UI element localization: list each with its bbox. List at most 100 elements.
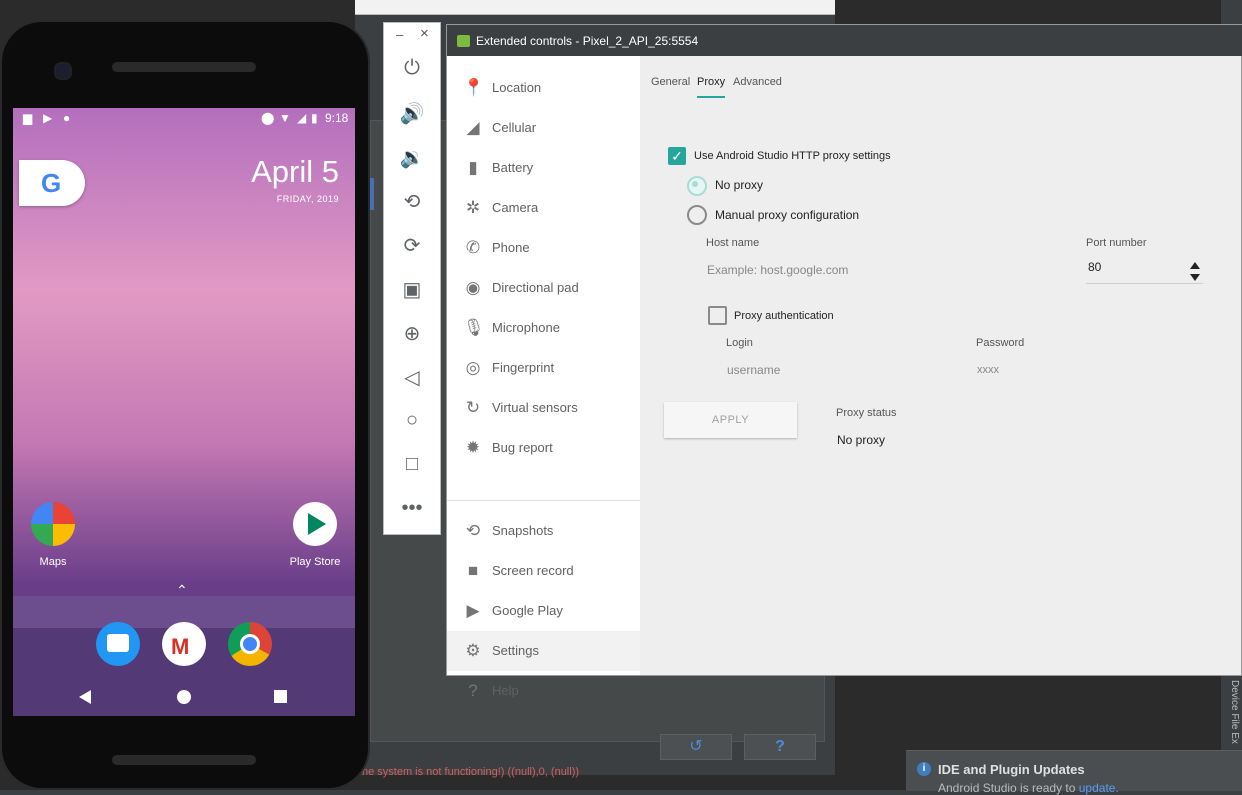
camera-icon[interactable]: ▣ bbox=[384, 277, 440, 302]
sidebar-item-microphone[interactable]: 🎙 Microphone bbox=[447, 308, 640, 348]
notification-body-text: Android Studio is ready to bbox=[938, 781, 1079, 795]
date-widget[interactable]: April 5 bbox=[251, 154, 339, 190]
messages-icon[interactable] bbox=[96, 622, 140, 666]
power-icon[interactable]: ⏻ bbox=[384, 57, 440, 80]
port-underline bbox=[1086, 283, 1203, 284]
proxy-status-label: Proxy status bbox=[836, 407, 897, 419]
maps-label: Maps bbox=[39, 556, 67, 568]
sidebar-item-location[interactable]: 📍 Location bbox=[447, 68, 640, 108]
google-g-icon: G bbox=[41, 168, 62, 198]
sidebar-item-fingerprint[interactable]: ◎ Fingerprint bbox=[447, 348, 640, 388]
proxy-auth-label: Proxy authentication bbox=[734, 310, 834, 322]
notification-title: IDE and Plugin Updates bbox=[938, 762, 1085, 777]
tab-proxy[interactable]: Proxy bbox=[697, 76, 725, 88]
sidebar-item-phone[interactable]: ✆ Phone bbox=[447, 228, 640, 268]
port-number-input[interactable]: 80 bbox=[1088, 260, 1101, 274]
app-drawer-chevron-icon[interactable]: ⌃ bbox=[176, 582, 188, 599]
google-search-widget[interactable]: G bbox=[19, 160, 85, 206]
manual-proxy-radio[interactable] bbox=[687, 205, 707, 225]
port-increment-icon[interactable] bbox=[1190, 262, 1200, 269]
port-decrement-icon[interactable] bbox=[1190, 274, 1200, 281]
google-play-icon: ▶ bbox=[466, 601, 480, 620]
gmail-icon[interactable]: M bbox=[162, 622, 206, 666]
maps-icon[interactable] bbox=[31, 502, 75, 546]
help-button[interactable]: ? bbox=[744, 734, 816, 760]
date-subtitle: FRIDAY, 2019 bbox=[276, 194, 339, 204]
apply-button[interactable]: APPLY bbox=[664, 402, 797, 438]
password-input[interactable]: xxxx bbox=[977, 364, 999, 376]
nav-recents-icon[interactable] bbox=[274, 690, 287, 703]
sidebar-item-bug-report[interactable]: ✹ Bug report bbox=[447, 428, 640, 468]
sd-card-icon: ▆ bbox=[23, 111, 33, 125]
play-notification-icon: ▶ bbox=[43, 111, 53, 125]
help-icon: ? bbox=[468, 681, 478, 700]
device-file-explorer-tab[interactable]: Device File Ex bbox=[1222, 680, 1240, 744]
notification-icon: ● bbox=[63, 111, 71, 125]
more-icon[interactable]: ••• bbox=[384, 497, 440, 520]
sidebar-item-camera[interactable]: ✲ Camera bbox=[447, 188, 640, 228]
emulator-toolbar: – × ⏻ 🔊 🔉 ⟲ ⟳ ▣ ⊕ ◁ ○ □ ••• bbox=[383, 22, 441, 535]
sidebar-item-cellular[interactable]: ◢ Cellular bbox=[447, 108, 640, 148]
phone-screen[interactable]: ▆ ▶ ● ⬤ ▼ ◢ ▮ 9:18 G April 5 FRIDAY, 201… bbox=[13, 108, 355, 716]
volume-down-icon[interactable]: 🔉 bbox=[384, 145, 440, 170]
sidebar-item-label: Location bbox=[492, 80, 542, 95]
volume-up-icon[interactable]: 🔊 bbox=[384, 101, 440, 126]
extended-controls-window: Extended controls - Pixel_2_API_25:5554 … bbox=[446, 24, 1242, 700]
sidebar-item-snapshots[interactable]: ⟲ Snapshots bbox=[447, 511, 640, 551]
status-time: 9:18 bbox=[325, 111, 349, 125]
signal-icon: ◢ bbox=[297, 111, 307, 125]
sidebar-item-google-play[interactable]: ▶ Google Play bbox=[447, 591, 640, 631]
sidebar-item-label: Fingerprint bbox=[492, 360, 555, 375]
tab-advanced[interactable]: Advanced bbox=[733, 76, 782, 88]
sidebar-item-label: Snapshots bbox=[492, 523, 554, 538]
home-icon[interactable]: ○ bbox=[384, 409, 440, 432]
window-title: Extended controls - Pixel_2_API_25:5554 bbox=[476, 34, 699, 48]
battery-icon: ▮ bbox=[468, 158, 478, 177]
back-icon[interactable]: ◁ bbox=[384, 365, 440, 390]
dpad-icon: ◉ bbox=[465, 278, 481, 297]
use-studio-proxy-checkbox[interactable]: ✓ bbox=[668, 147, 686, 165]
close-icon[interactable]: × bbox=[420, 25, 429, 42]
location-icon: 📍 bbox=[463, 78, 485, 97]
question-icon: ? bbox=[775, 738, 785, 755]
sidebar-item-directional-pad[interactable]: ◉ Directional pad bbox=[447, 268, 640, 308]
screen-record-icon: ■ bbox=[467, 561, 479, 580]
window-titlebar[interactable]: Extended controls - Pixel_2_API_25:5554 bbox=[447, 25, 1242, 56]
location-status-icon: ⬤ bbox=[261, 111, 275, 125]
sidebar-item-label: Battery bbox=[492, 160, 534, 175]
sidebar-item-label: Virtual sensors bbox=[492, 400, 578, 415]
rotate-left-icon[interactable]: ⟲ bbox=[384, 189, 440, 214]
login-label: Login bbox=[726, 337, 753, 349]
rotate-right-icon[interactable]: ⟳ bbox=[384, 233, 440, 258]
background-window-titlebar bbox=[355, 0, 835, 15]
nav-back-icon[interactable] bbox=[79, 690, 91, 704]
virtual-sensors-icon: ↻ bbox=[465, 398, 481, 417]
bug-icon: ✹ bbox=[465, 438, 481, 457]
no-proxy-radio-dot bbox=[692, 181, 698, 187]
sidebar-item-settings[interactable]: ⚙ Settings bbox=[447, 631, 640, 671]
no-proxy-label: No proxy bbox=[715, 178, 764, 192]
use-studio-proxy-label: Use Android Studio HTTP proxy settings bbox=[694, 150, 891, 162]
tab-general[interactable]: General bbox=[651, 76, 690, 88]
sidebar-item-label: Cellular bbox=[492, 120, 537, 135]
sidebar-item-screen-record[interactable]: ■ Screen record bbox=[447, 551, 640, 591]
camera-shutter-icon: ✲ bbox=[465, 198, 481, 217]
update-link[interactable]: update. bbox=[1079, 781, 1119, 795]
minimize-icon[interactable]: – bbox=[396, 27, 403, 42]
refresh-button[interactable]: ↺ bbox=[660, 734, 732, 760]
sidebar-item-battery[interactable]: ▮ Battery bbox=[447, 148, 640, 188]
settings-icon: ⚙ bbox=[465, 641, 481, 660]
phone-icon: ✆ bbox=[465, 238, 481, 257]
overview-icon[interactable]: □ bbox=[384, 453, 440, 476]
active-tab-indicator bbox=[697, 96, 725, 98]
log-error-text: ne system is not functioning!) ((null),0… bbox=[362, 766, 580, 778]
play-store-icon[interactable] bbox=[293, 502, 337, 546]
zoom-icon[interactable]: ⊕ bbox=[384, 321, 440, 346]
login-input[interactable]: username bbox=[727, 363, 780, 377]
host-name-input[interactable]: Example: host.google.com bbox=[707, 263, 848, 277]
sidebar-item-virtual-sensors[interactable]: ↻ Virtual sensors bbox=[447, 388, 640, 428]
nav-home-icon[interactable] bbox=[177, 690, 191, 704]
proxy-auth-checkbox[interactable] bbox=[708, 306, 727, 325]
sidebar-item-help[interactable]: ? Help bbox=[447, 671, 640, 700]
chrome-icon[interactable] bbox=[228, 622, 272, 666]
